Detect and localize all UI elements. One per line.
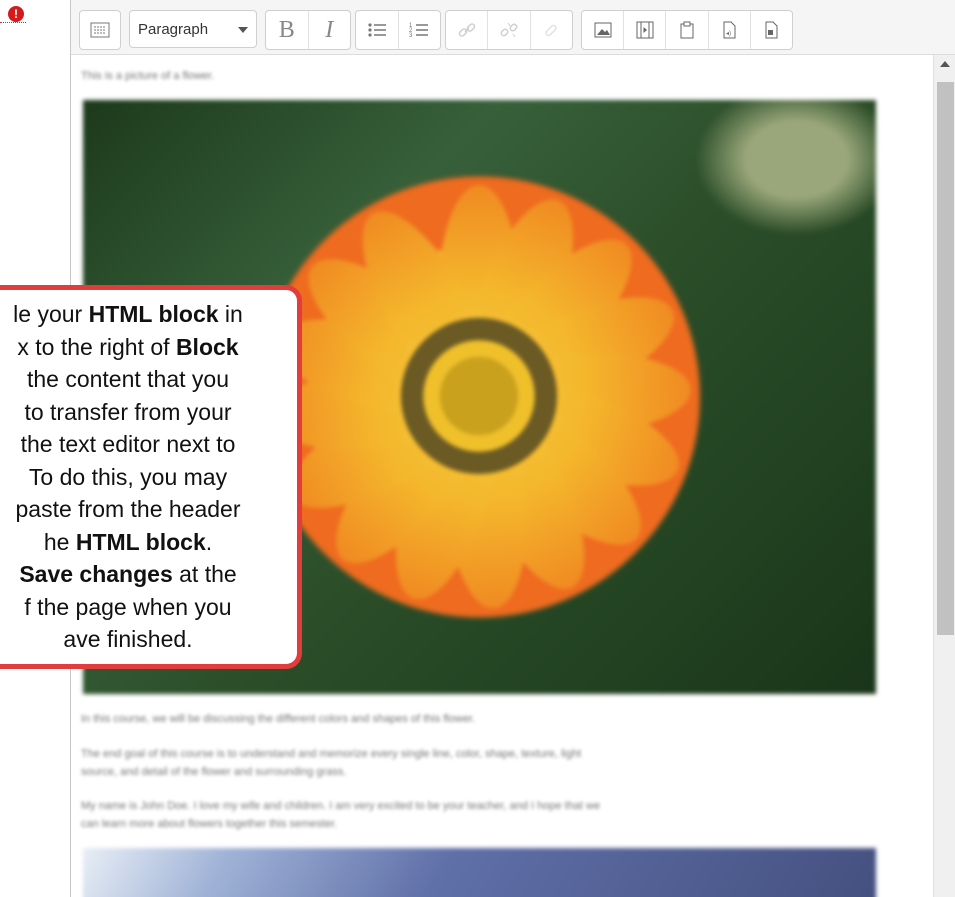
content-paragraph: In this course, we will be discussing th… [81, 713, 476, 725]
text-style-group: B I [265, 10, 351, 50]
unlink-button[interactable] [488, 11, 531, 49]
content-paragraph: My name is John Doe. I love my wife and … [81, 800, 601, 812]
unlink-icon [500, 22, 518, 38]
manage-files-button[interactable] [666, 11, 709, 49]
format-select-value: Paragraph [138, 20, 209, 38]
exclamation-circle-icon: ! [8, 6, 24, 22]
unordered-list-icon [368, 23, 386, 37]
link-icon [545, 24, 558, 37]
accessibility-checker-button[interactable]: ◂) [709, 11, 751, 49]
chevron-down-icon [238, 27, 248, 33]
italic-button[interactable]: I [309, 11, 351, 49]
screenreader-helper-button[interactable] [751, 11, 792, 49]
callout-text: le your HTML block in x to the right of … [13, 301, 243, 652]
scroll-up-arrow-icon[interactable] [940, 61, 950, 67]
link-icon [458, 23, 475, 37]
content-paragraph: This is a picture of a flower. [81, 70, 215, 82]
image-icon [594, 22, 612, 38]
manage-files-icon [680, 21, 694, 39]
toolbar-toggle-icon [90, 22, 110, 38]
bold-button[interactable]: B [266, 11, 309, 49]
screenreader-helper-icon [765, 21, 778, 39]
link-button[interactable] [446, 11, 489, 49]
image-button[interactable] [582, 11, 625, 49]
toolbar-toggle-group [79, 10, 121, 50]
format-select[interactable]: Paragraph [129, 10, 257, 48]
link-extra-button[interactable] [531, 11, 572, 49]
sky-image [83, 848, 876, 897]
content-paragraph: can learn more about flowers together th… [81, 818, 338, 830]
list-group: 1 2 3 [355, 10, 441, 50]
svg-text:3: 3 [409, 33, 413, 39]
svg-text:◂): ◂) [726, 31, 731, 37]
content-scrollbar[interactable] [933, 55, 955, 897]
unordered-list-button[interactable] [356, 11, 399, 49]
media-group: ◂) [581, 10, 793, 50]
toolbar-toggle-button[interactable] [80, 11, 120, 49]
bold-icon: B [278, 16, 295, 43]
ordered-list-button[interactable]: 1 2 3 [399, 11, 441, 49]
ordered-list-icon: 1 2 3 [409, 23, 429, 39]
content-paragraph: source, and detail of the flower and sur… [81, 766, 347, 778]
italic-icon: I [325, 16, 334, 43]
media-icon [636, 21, 654, 39]
instruction-callout: le your HTML block in x to the right of … [0, 285, 302, 669]
content-paragraph: The end goal of this course is to unders… [81, 748, 582, 760]
accessibility-checker-icon: ◂) [723, 21, 736, 39]
link-group [445, 10, 573, 50]
scrollbar-thumb[interactable] [937, 82, 954, 635]
gutter-underline [0, 22, 26, 23]
flower-center [401, 318, 557, 474]
media-button[interactable] [624, 11, 667, 49]
editor-toolbar: Paragraph B I 1 2 3 ◂) [71, 0, 955, 55]
